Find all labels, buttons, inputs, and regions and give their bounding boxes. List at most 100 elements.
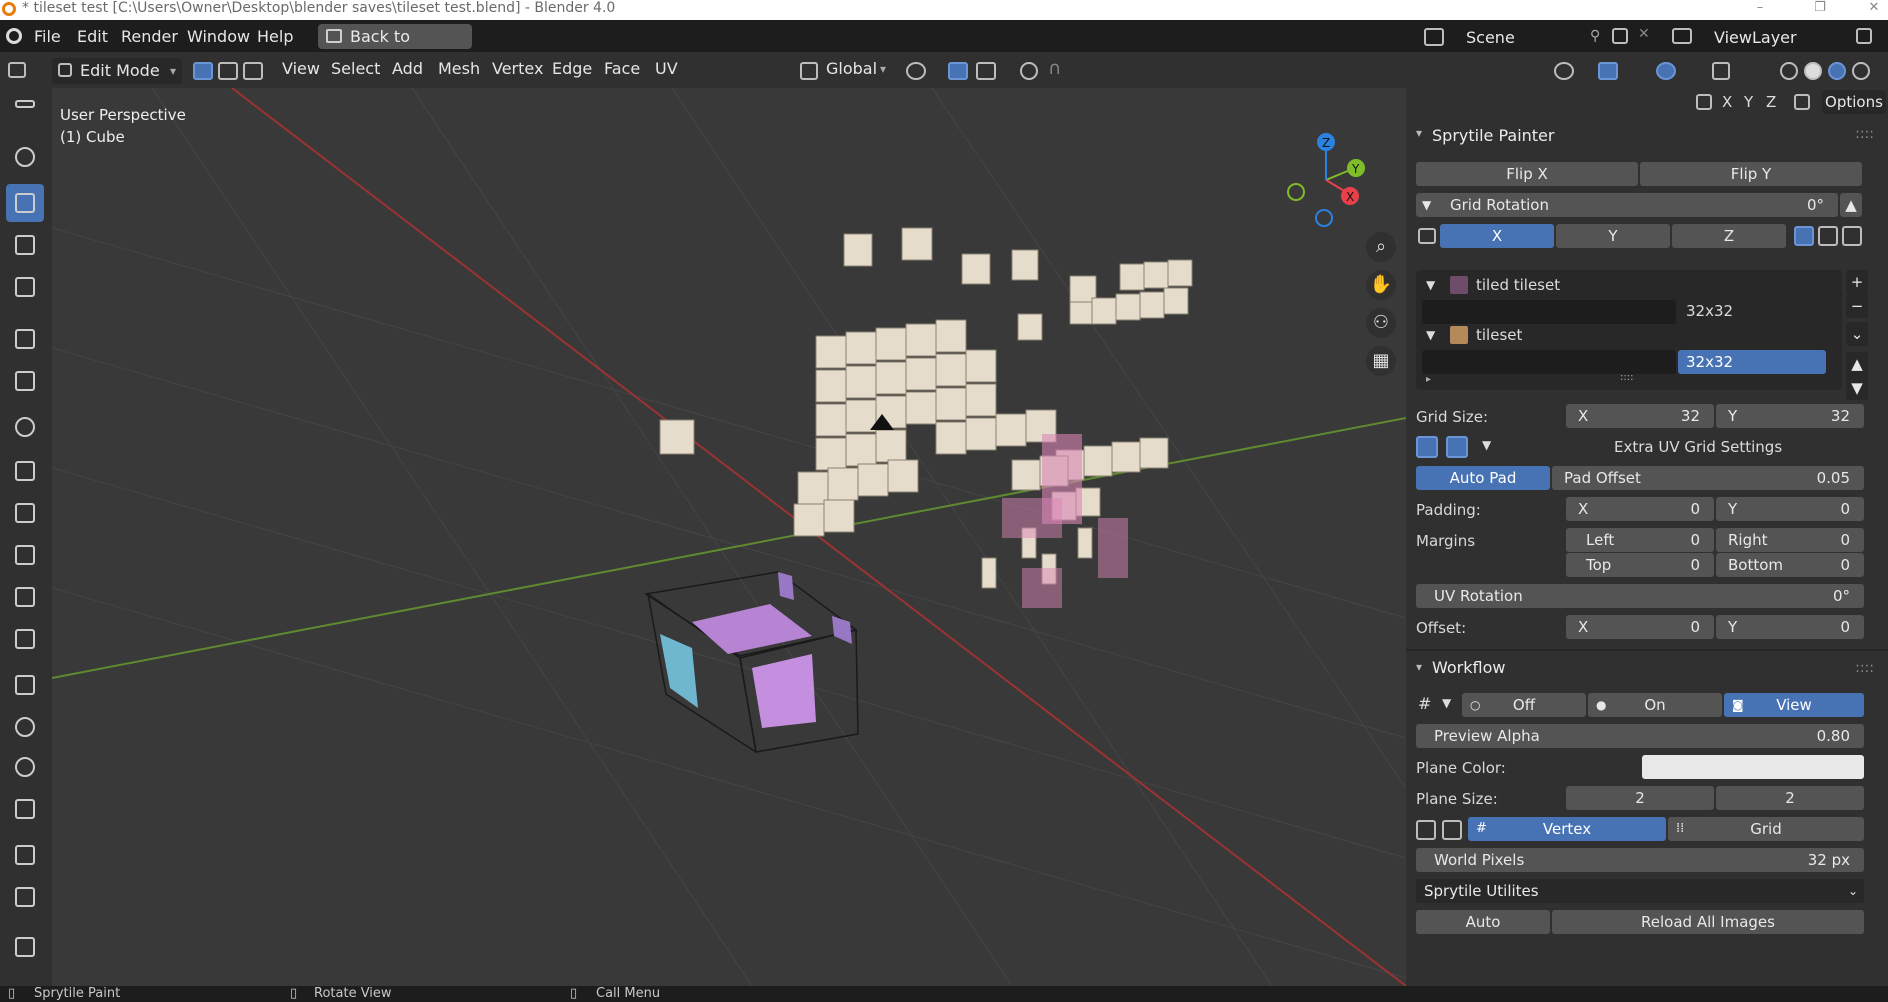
menu-help[interactable]: Help xyxy=(257,27,293,46)
rotate-left-icon[interactable]: ▼ xyxy=(1422,193,1431,217)
3d-viewport[interactable]: User Perspective (1) Cube Z Y X ⌕ ✋ ⚇ ▦ xyxy=(52,88,1406,986)
grid-size-y-field[interactable]: Y 32 xyxy=(1716,404,1864,428)
scene-selector-icon[interactable] xyxy=(1424,28,1444,46)
tool-sprytile-fill[interactable] xyxy=(6,226,44,264)
plane-size-y-field[interactable]: 2 xyxy=(1716,786,1864,810)
workflow-view-button[interactable]: ◙ View xyxy=(1724,693,1864,717)
axis-y-button[interactable]: Y xyxy=(1556,224,1670,248)
falloff-curve-icon[interactable]: ∩ xyxy=(1048,58,1061,79)
menu-window[interactable]: Window xyxy=(187,27,250,46)
workflow-on-button[interactable]: ● On xyxy=(1588,693,1722,717)
axis-z-button[interactable]: Z xyxy=(1672,224,1786,248)
header-menu-uv[interactable]: UV xyxy=(655,59,678,78)
close-icon[interactable]: ✕ xyxy=(1866,0,1882,16)
tool-cursor[interactable] xyxy=(6,138,44,176)
mirror-y[interactable]: Y xyxy=(1744,93,1753,111)
tool-add-cube[interactable] xyxy=(6,408,44,446)
grid-snap-button[interactable]: ⁞⁞ Grid xyxy=(1668,817,1864,841)
mirror-z[interactable]: Z xyxy=(1766,93,1776,111)
tileset-name[interactable]: tiled tileset xyxy=(1476,276,1560,294)
tool-inset[interactable] xyxy=(6,494,44,532)
pin-icon[interactable]: ⚲ xyxy=(1590,28,1600,44)
auto-merge-icon[interactable] xyxy=(1794,94,1810,110)
collapse-chevron-icon[interactable]: ▾ xyxy=(1416,660,1422,674)
overlays-icon[interactable] xyxy=(1656,62,1676,80)
tool-shrink-fatten[interactable] xyxy=(6,836,44,874)
mode-selector[interactable]: Edit Mode ▾ xyxy=(52,58,182,84)
menu-edit[interactable]: Edit xyxy=(77,27,108,46)
zoom-icon[interactable]: ⌕ xyxy=(1366,232,1396,262)
sprytile-utilities-select[interactable]: Sprytile Utilites ⌄ xyxy=(1416,879,1864,903)
margin-left-field[interactable]: Left 0 xyxy=(1566,528,1714,552)
grid-size-x-field[interactable]: X 32 xyxy=(1566,404,1714,428)
auto-pad-button[interactable]: Auto Pad xyxy=(1416,466,1550,490)
preview-alpha-field[interactable]: Preview Alpha 0.80 xyxy=(1416,724,1864,748)
header-menu-mesh[interactable]: Mesh xyxy=(438,59,480,78)
tool-select[interactable] xyxy=(6,96,44,134)
checker-icon[interactable] xyxy=(1416,820,1436,840)
delete-scene-icon[interactable]: ✕ xyxy=(1638,26,1650,42)
reload-all-images-button[interactable]: Reload All Images xyxy=(1552,910,1864,934)
rendered-shading-icon[interactable] xyxy=(1852,62,1870,80)
edge-select-icon[interactable] xyxy=(218,62,238,80)
tool-spin[interactable] xyxy=(6,708,44,746)
uv-grid-icon[interactable] xyxy=(1416,436,1438,458)
uv-rotation-field[interactable]: UV Rotation 0° xyxy=(1416,584,1864,608)
options-button[interactable]: Options xyxy=(1822,90,1886,114)
minimize-icon[interactable]: – xyxy=(1752,0,1768,16)
face-select-icon[interactable] xyxy=(243,62,263,80)
margin-top-field[interactable]: Top 0 xyxy=(1566,553,1714,577)
visibility-eye-icon[interactable] xyxy=(1554,62,1574,80)
header-menu-view[interactable]: View xyxy=(282,59,320,78)
menu-render[interactable]: Render xyxy=(121,27,178,46)
vertex-snap-button[interactable]: # Vertex xyxy=(1468,817,1666,841)
world-pixels-field[interactable]: World Pixels 32 px xyxy=(1416,848,1864,872)
snap-increment-icon[interactable] xyxy=(976,62,996,80)
maximize-icon[interactable]: ❐ xyxy=(1812,0,1828,16)
flip-x-button[interactable]: Flip X xyxy=(1416,162,1638,186)
material-shading-icon[interactable] xyxy=(1828,62,1846,80)
gizmo-neg-z-icon[interactable] xyxy=(1315,209,1333,227)
transform-orientation[interactable]: Global xyxy=(826,59,877,78)
snap-grid-icon[interactable] xyxy=(1794,226,1814,246)
header-menu-select[interactable]: Select xyxy=(331,59,380,78)
list-expand-icon[interactable]: ▸ xyxy=(1426,374,1431,385)
remove-tileset-icon[interactable]: − xyxy=(1846,294,1868,318)
margin-bottom-field[interactable]: Bottom 0 xyxy=(1716,553,1864,577)
pivot-point-icon[interactable] xyxy=(906,62,926,80)
axis-x-button[interactable]: X xyxy=(1440,224,1554,248)
lock-normal-icon[interactable] xyxy=(1842,226,1862,246)
collapse-chevron-icon[interactable]: ▾ xyxy=(1416,126,1422,140)
pad-offset-field[interactable]: Pad Offset 0.05 xyxy=(1552,466,1864,490)
editor-type-icon[interactable] xyxy=(8,62,26,78)
blender-menu-icon[interactable] xyxy=(6,28,22,44)
list-resize-grip-icon[interactable]: :::: xyxy=(1620,372,1633,383)
offset-y-field[interactable]: Y0 xyxy=(1716,615,1864,639)
tileset-size-selected[interactable]: 32x32 xyxy=(1678,350,1826,374)
tool-edge-slide[interactable] xyxy=(6,790,44,828)
panel-grip-icon[interactable]: :::: xyxy=(1855,126,1874,142)
expand-icon[interactable]: ▼ xyxy=(1426,278,1435,292)
view-layer-icon[interactable] xyxy=(1672,28,1692,44)
tool-sprytile-build[interactable] xyxy=(6,268,44,306)
grid-rotation-field[interactable]: ▼ Grid Rotation 0° xyxy=(1416,193,1838,217)
flip-y-button[interactable]: Flip Y xyxy=(1640,162,1862,186)
tool-knife[interactable] xyxy=(6,620,44,658)
new-view-layer-icon[interactable] xyxy=(1856,28,1872,44)
extra-uv-grid-settings[interactable]: Extra UV Grid Settings xyxy=(1614,438,1782,456)
tileset-field[interactable] xyxy=(1422,350,1676,374)
header-menu-add[interactable]: Add xyxy=(392,59,423,78)
panel-grip-icon[interactable]: :::: xyxy=(1855,660,1874,676)
new-scene-icon[interactable] xyxy=(1612,28,1628,44)
gizmo-neg-y-icon[interactable] xyxy=(1287,183,1305,201)
ortho-grid-icon[interactable]: ▦ xyxy=(1366,346,1396,376)
list-menu-chevron-icon[interactable]: ⌄ xyxy=(1846,322,1868,346)
auto-button[interactable]: Auto xyxy=(1416,910,1550,934)
tool-loop-cut[interactable] xyxy=(6,578,44,616)
chevron-down-icon[interactable]: ▼ xyxy=(1482,438,1491,452)
wireframe-shading-icon[interactable] xyxy=(1780,62,1798,80)
tool-rip[interactable] xyxy=(6,928,44,966)
proportional-editing-icon[interactable] xyxy=(1020,62,1038,80)
margin-right-field[interactable]: Right 0 xyxy=(1716,528,1864,552)
mirror-x[interactable]: X xyxy=(1722,93,1732,111)
